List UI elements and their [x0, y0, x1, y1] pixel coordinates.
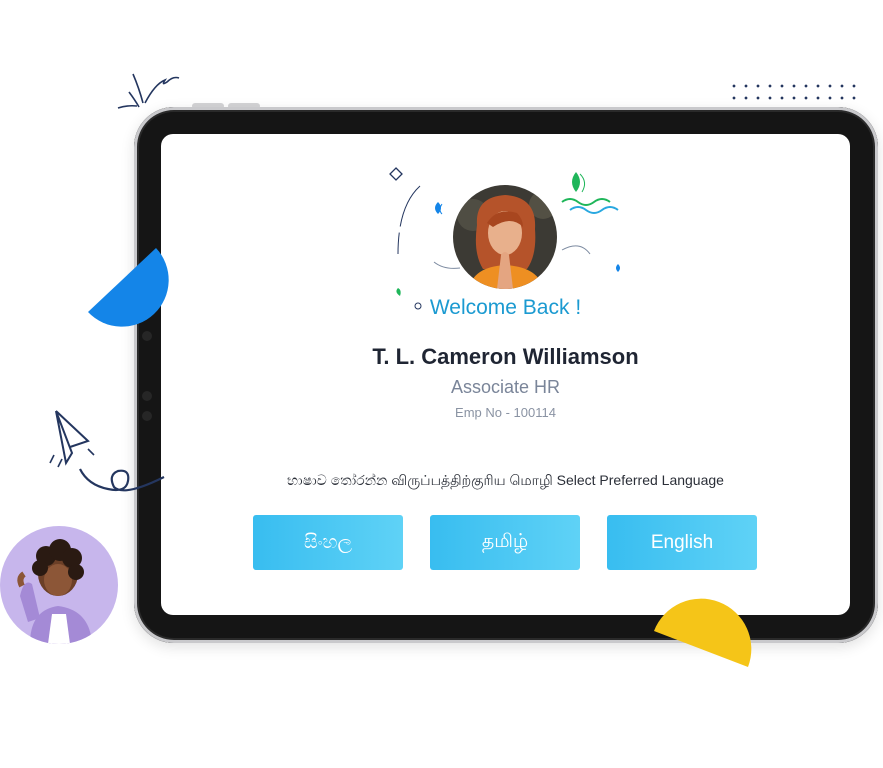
employee-name: T. L. Cameron Williamson — [372, 344, 639, 369]
app-screen: Welcome Back ! T. L. Cameron Williamson … — [161, 134, 850, 615]
language-prompt: භාෂාව තෝරන්න விருப்பத்திற்குரிய மொழி Sel… — [287, 472, 724, 488]
user-avatar — [453, 185, 557, 289]
language-button-english[interactable]: English — [607, 515, 757, 570]
blue-half-circle-shape — [88, 248, 169, 327]
employee-number: Emp No - 100114 — [455, 405, 556, 420]
employee-role: Associate HR — [450, 377, 561, 397]
paper-plane-icon — [49, 410, 165, 492]
user-photo — [453, 185, 557, 289]
stage: Welcome Back ! T. L. Cameron Williamson … — [0, 0, 883, 768]
dot-grid-decoration — [728, 80, 858, 106]
welcome-heading: Welcome Back ! — [429, 296, 582, 319]
tablet-sensor — [142, 391, 152, 401]
language-button-tamil[interactable]: தமிழ் — [430, 515, 580, 570]
language-button-sinhala[interactable]: සිංහල — [253, 515, 403, 570]
decorative-avatar — [0, 526, 118, 644]
yellow-half-circle-shape — [654, 598, 752, 667]
decorative-person-photo — [0, 526, 118, 644]
